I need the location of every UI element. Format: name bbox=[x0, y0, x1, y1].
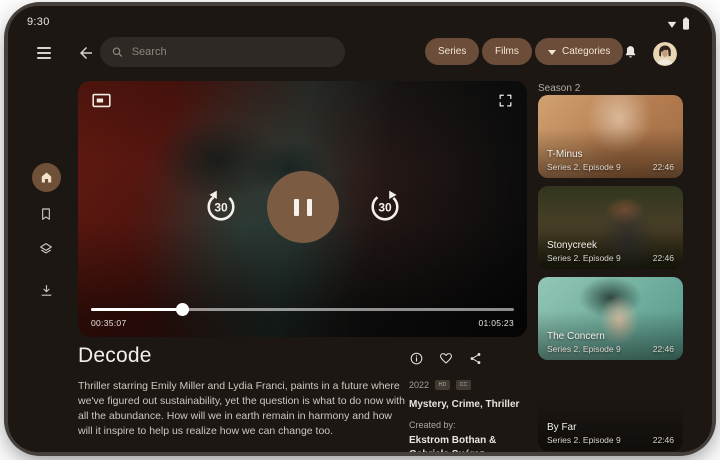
tablet-device-frame: 9:30 Series Films bbox=[8, 6, 712, 452]
wifi-icon bbox=[666, 18, 678, 30]
sidebar-item-bookmarks[interactable] bbox=[37, 205, 55, 223]
info-icon bbox=[409, 351, 424, 366]
bell-icon bbox=[622, 44, 639, 61]
show-description: Thriller starring Emily Miller and Lydia… bbox=[78, 379, 405, 439]
share-button[interactable] bbox=[468, 351, 483, 366]
series-button[interactable]: Series bbox=[425, 38, 479, 65]
episode-title: Stonycreek bbox=[547, 240, 674, 251]
back-button[interactable] bbox=[76, 43, 96, 63]
layers-icon bbox=[38, 241, 54, 257]
fullscreen-button[interactable] bbox=[498, 93, 513, 108]
series-button-label: Series bbox=[438, 46, 466, 57]
video-player[interactable]: 30 30 00:35:07 bbox=[78, 81, 527, 337]
search-icon bbox=[111, 45, 124, 59]
release-year: 2022 bbox=[409, 380, 429, 390]
episode-duration: 22:46 bbox=[653, 344, 674, 354]
episode-subtitle: Series 2. Episode 9 bbox=[547, 344, 621, 354]
episode-title: The Concern bbox=[547, 331, 674, 342]
replay-30-icon: 30 bbox=[203, 189, 239, 225]
picture-in-picture-button[interactable] bbox=[92, 93, 111, 108]
profile-avatar[interactable] bbox=[653, 42, 677, 66]
sidebar-item-downloads[interactable] bbox=[37, 281, 55, 299]
menu-button[interactable] bbox=[34, 44, 54, 62]
avatar-image bbox=[653, 42, 677, 66]
search-input[interactable] bbox=[132, 46, 334, 58]
pip-icon bbox=[92, 93, 111, 108]
current-time: 00:35:07 bbox=[91, 318, 127, 328]
bookmark-icon bbox=[38, 206, 54, 222]
progress-bar[interactable] bbox=[91, 308, 514, 311]
quality-badge-cc: CC bbox=[456, 380, 471, 390]
genres-list: Mystery, Crime, Thriller bbox=[409, 399, 524, 410]
creators-names: Ekstrom Bothan & Gabriela Suárez bbox=[409, 434, 504, 452]
heart-icon bbox=[438, 351, 454, 366]
chevron-down-icon bbox=[548, 49, 556, 55]
categories-dropdown[interactable]: Categories bbox=[535, 38, 623, 65]
arrow-back-icon bbox=[77, 44, 95, 62]
app-screen: 9:30 Series Films bbox=[8, 6, 712, 452]
home-icon bbox=[39, 170, 54, 185]
search-bar[interactable] bbox=[100, 37, 345, 67]
pause-icon bbox=[294, 199, 299, 216]
action-buttons bbox=[409, 351, 483, 366]
episode-card-the-concern[interactable]: The Concern Series 2. Episode 9 22:46 bbox=[538, 277, 683, 360]
quality-badge-hd: HD bbox=[435, 380, 450, 390]
episode-subtitle: Series 2. Episode 9 bbox=[547, 253, 621, 263]
fullscreen-icon bbox=[498, 93, 513, 108]
films-button[interactable]: Films bbox=[482, 38, 532, 65]
share-icon bbox=[468, 351, 483, 366]
sidebar-item-home[interactable] bbox=[32, 163, 61, 192]
episode-subtitle: Series 2. Episode 9 bbox=[547, 435, 621, 445]
hamburger-icon bbox=[37, 47, 51, 49]
forward-30-icon: 30 bbox=[367, 189, 403, 225]
info-button[interactable] bbox=[409, 351, 424, 366]
progress-thumb[interactable] bbox=[176, 303, 189, 316]
forward-30-button[interactable]: 30 bbox=[367, 189, 403, 225]
rewind-30-button[interactable]: 30 bbox=[203, 189, 239, 225]
episode-duration: 22:46 bbox=[653, 162, 674, 172]
episode-duration: 22:46 bbox=[653, 253, 674, 263]
svg-text:30: 30 bbox=[214, 200, 228, 214]
episode-title: T-Minus bbox=[547, 149, 674, 160]
films-button-label: Films bbox=[495, 46, 519, 57]
season-label: Season 2 bbox=[538, 83, 580, 94]
page-title: Decode bbox=[78, 344, 152, 368]
notifications-button[interactable] bbox=[620, 42, 640, 62]
download-icon bbox=[39, 283, 54, 298]
pause-button[interactable] bbox=[267, 171, 339, 243]
sidebar-item-library[interactable] bbox=[37, 240, 55, 258]
created-by-label: Created by: bbox=[409, 420, 524, 430]
episode-card-stonycreek[interactable]: Stonycreek Series 2. Episode 9 22:46 bbox=[538, 186, 683, 269]
favorite-button[interactable] bbox=[438, 351, 454, 366]
status-bar-time: 9:30 bbox=[27, 16, 50, 28]
screenshot-canvas: 9:30 Series Films bbox=[0, 0, 720, 460]
total-time: 01:05:23 bbox=[479, 318, 515, 328]
categories-button-label: Categories bbox=[562, 46, 610, 57]
episode-card-by-far[interactable]: By Far Series 2. Episode 9 22:46 bbox=[538, 368, 683, 451]
metadata-column: 2022 HD CC Mystery, Crime, Thriller Crea… bbox=[409, 380, 524, 452]
status-bar-icons bbox=[666, 17, 690, 30]
battery-icon bbox=[682, 17, 690, 30]
episode-title: By Far bbox=[547, 422, 674, 433]
time-row: 00:35:07 01:05:23 bbox=[91, 318, 514, 328]
episode-duration: 22:46 bbox=[653, 435, 674, 445]
episode-card-t-minus[interactable]: T-Minus Series 2. Episode 9 22:46 bbox=[538, 95, 683, 178]
episode-subtitle: Series 2. Episode 9 bbox=[547, 162, 621, 172]
svg-text:30: 30 bbox=[378, 200, 392, 214]
